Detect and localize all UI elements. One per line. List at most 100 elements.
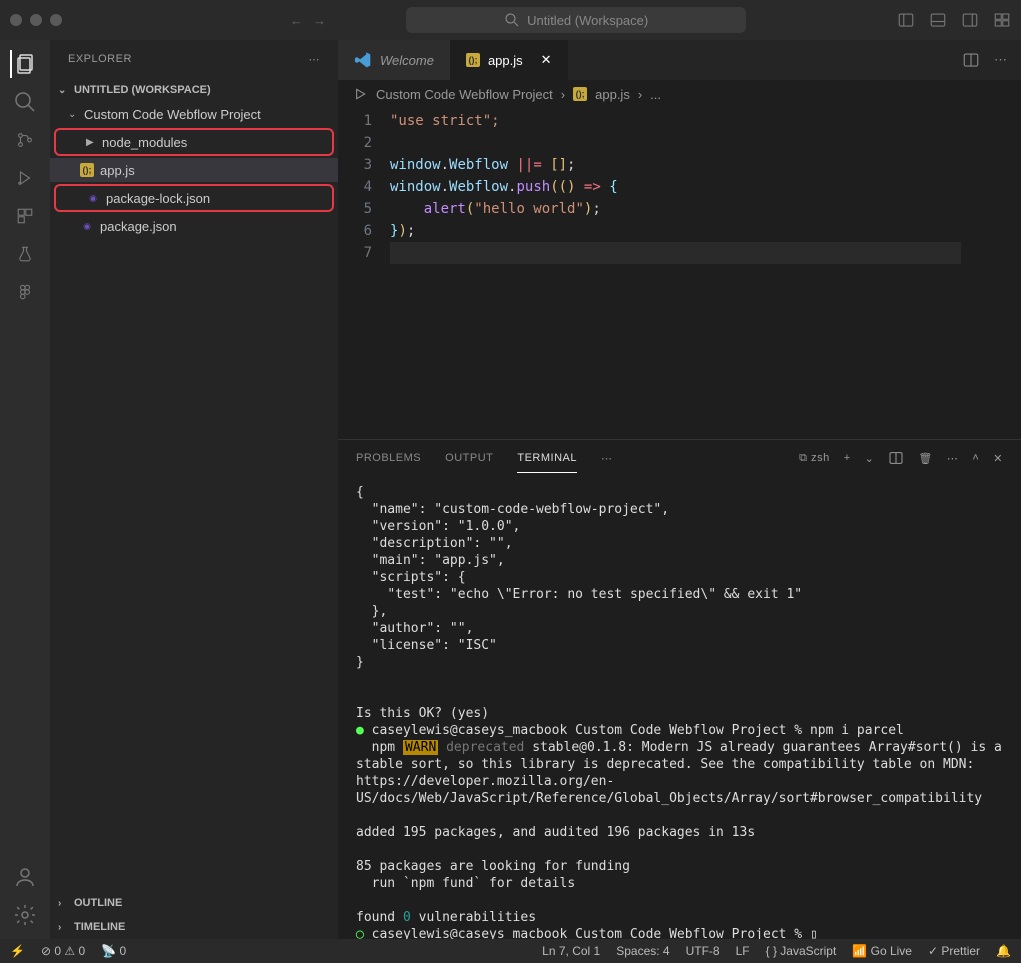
breadcrumb-more: ... [650,87,661,102]
panel-bottom-icon[interactable] [929,11,947,29]
extensions-icon[interactable] [11,202,39,230]
vscode-icon [354,51,372,69]
figma-icon[interactable] [11,278,39,306]
panel-more-icon[interactable]: ⋯ [601,452,613,465]
outline-label: OUTLINE [74,897,122,909]
file-label: package-lock.json [106,191,210,206]
project-root[interactable]: ⌄ Custom Code Webflow Project [50,102,338,126]
file-package-json[interactable]: ◉ package.json [50,214,338,238]
file-app-js[interactable]: (); app.js [50,158,338,182]
json-file-icon: ◉ [86,191,100,205]
panel-left-icon[interactable] [897,11,915,29]
prettier-status[interactable]: ✓ Prettier [928,944,980,958]
source-control-icon[interactable] [11,126,39,154]
encoding[interactable]: UTF-8 [686,944,720,958]
chevron-right-icon: › [58,922,68,933]
nav-arrows: ← → [290,13,326,28]
editor-area: Welcome (); app.js ✕ ⋯ Custom Code Webfl… [338,40,1021,939]
tab-problems[interactable]: PROBLEMS [356,444,421,472]
indent-setting[interactable]: Spaces: 4 [616,944,669,958]
timeline-section[interactable]: › TIMELINE [50,915,338,939]
kill-terminal-icon[interactable]: 🗑 [918,452,932,465]
code-content: "use strict"; window.Webflow ||= []; win… [390,110,961,439]
forward-arrow-icon[interactable]: → [313,13,326,28]
cursor-position[interactable]: Ln 7, Col 1 [542,944,600,958]
maximize-window-dot[interactable] [50,14,62,26]
settings-gear-icon[interactable] [11,901,39,929]
search-placeholder: Untitled (Workspace) [527,13,648,28]
tab-welcome[interactable]: Welcome [338,40,450,80]
editor-more-icon[interactable]: ⋯ [994,52,1007,68]
explorer-more-icon[interactable]: ⋯ [309,53,321,66]
split-terminal-icon[interactable] [888,450,904,466]
folder-label: node_modules [102,135,187,150]
tab-output[interactable]: OUTPUT [445,444,493,472]
workspace-label: UNTITLED (WORKSPACE) [74,84,211,96]
title-bar: ← → Untitled (Workspace) [0,0,1021,40]
chevron-right-icon: › [58,898,68,909]
minimize-window-dot[interactable] [30,14,42,26]
search-sidebar-icon[interactable] [11,88,39,116]
tab-label: app.js [488,53,523,68]
file-package-lock-json[interactable]: ◉ package-lock.json [56,186,332,210]
line-numbers: 1234567 [338,110,390,439]
terminal-shell[interactable]: ⧉ zsh [799,452,830,465]
search-icon [503,11,521,29]
workspace-header[interactable]: ⌄ UNTITLED (WORKSPACE) [50,78,338,102]
close-panel-icon[interactable]: ✕ [993,452,1003,465]
errors-count[interactable]: ⊘ 0 ⚠ 0 [41,944,85,958]
breadcrumb-file[interactable]: app.js [595,87,630,102]
explorer-icon[interactable] [10,50,38,78]
split-editor-icon[interactable] [962,51,980,69]
tab-terminal[interactable]: TERMINAL [517,444,577,473]
file-label: package.json [100,219,177,234]
breadcrumb-project[interactable]: Custom Code Webflow Project [376,87,553,102]
js-file-icon: (); [573,87,587,101]
terminal-content[interactable]: { "name": "custom-code-webflow-project",… [338,476,1021,939]
bottom-panel: PROBLEMS OUTPUT TERMINAL ⋯ ⧉ zsh + ⌄ 🗑 ⋯… [338,439,1021,939]
ports-count[interactable]: 📡 0 [101,944,126,958]
outline-section[interactable]: › OUTLINE [50,891,338,915]
account-icon[interactable] [11,863,39,891]
explorer-label: EXPLORER [68,53,132,65]
js-file-icon: (); [80,163,94,177]
close-window-dot[interactable] [10,14,22,26]
notifications-icon[interactable]: 🔔 [996,944,1011,958]
editor-tabs: Welcome (); app.js ✕ ⋯ [338,40,1021,80]
breadcrumb: Custom Code Webflow Project › (); app.js… [338,80,1021,108]
panel-right-icon[interactable] [961,11,979,29]
window-controls [10,14,62,26]
split-terminal-dropdown-icon[interactable]: ⌄ [865,452,875,465]
remote-icon[interactable]: ⚡ [10,944,25,958]
js-file-icon: (); [466,53,480,67]
chevron-down-icon: ⌄ [68,109,78,120]
file-label: app.js [100,163,135,178]
status-bar: ⚡ ⊘ 0 ⚠ 0 📡 0 Ln 7, Col 1 Spaces: 4 UTF-… [0,939,1021,963]
play-icon[interactable] [352,86,368,102]
panel-overflow-icon[interactable]: ⋯ [947,452,959,465]
eol[interactable]: LF [736,944,750,958]
testing-icon[interactable] [11,240,39,268]
run-debug-icon[interactable] [11,164,39,192]
folder-node-modules[interactable]: ▶ node_modules [56,130,332,154]
code-editor[interactable]: 1234567 "use strict"; window.Webflow ||=… [338,108,961,439]
language-mode[interactable]: { } JavaScript [766,944,837,958]
project-label: Custom Code Webflow Project [84,107,261,122]
close-tab-icon[interactable]: ✕ [541,52,552,68]
chevron-down-icon: ⌄ [58,85,68,96]
maximize-panel-icon[interactable]: ˄ [972,452,979,464]
explorer-sidebar: EXPLORER ⋯ ⌄ UNTITLED (WORKSPACE) ⌄ Cust… [50,40,338,939]
tab-app-js[interactable]: (); app.js ✕ [450,40,568,80]
go-live[interactable]: 📶 Go Live [852,944,912,958]
json-file-icon: ◉ [80,219,94,233]
command-center-search[interactable]: Untitled (Workspace) [406,7,746,33]
chevron-right-icon: ▶ [86,137,96,148]
explorer-header: EXPLORER ⋯ [50,40,338,78]
minimap[interactable] [961,108,1021,439]
timeline-label: TIMELINE [74,921,125,933]
new-terminal-icon[interactable]: + [844,452,851,464]
back-arrow-icon[interactable]: ← [290,13,303,28]
layout-icon[interactable] [993,11,1011,29]
tab-label: Welcome [380,53,434,68]
activity-bar [0,40,50,939]
